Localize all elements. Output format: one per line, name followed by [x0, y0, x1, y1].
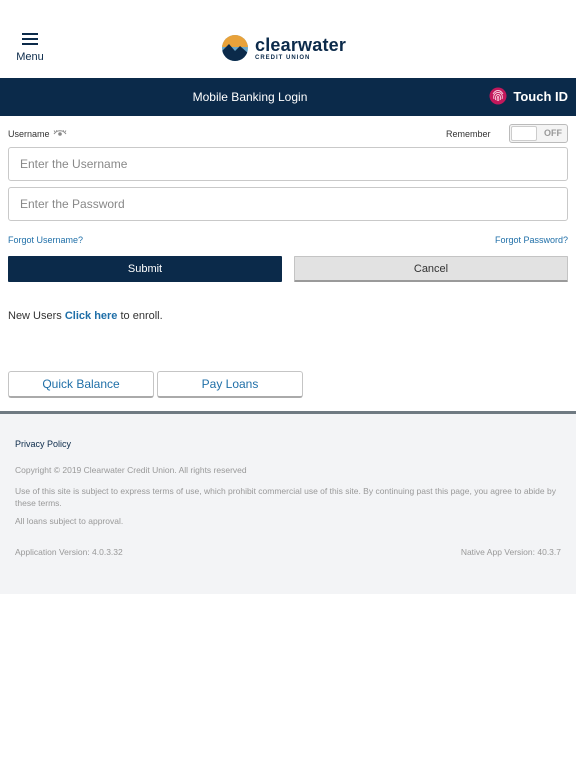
enroll-suffix: to enroll. — [117, 310, 163, 322]
fingerprint-icon — [489, 87, 507, 105]
mountain-logo-icon — [222, 35, 248, 61]
remember-toggle[interactable]: OFF — [509, 124, 568, 143]
logo-subtitle: CREDIT UNION — [255, 54, 311, 61]
page-title: Mobile Banking Login — [192, 90, 308, 104]
username-field[interactable] — [8, 147, 568, 181]
remember-label: Remember — [446, 129, 491, 139]
native-app-version: Native App Version: 40.3.7 — [460, 547, 561, 557]
title-bar: Mobile Banking Login Touch ID — [0, 78, 576, 116]
enroll-text: New Users Click here to enroll. — [8, 310, 163, 322]
touch-id-label: Touch ID — [513, 88, 568, 104]
menu-button[interactable]: Menu — [10, 30, 50, 66]
hamburger-icon — [22, 33, 38, 45]
footer: Privacy Policy Copyright © 2019 Clearwat… — [0, 414, 576, 594]
privacy-policy-link[interactable]: Privacy Policy — [15, 439, 71, 449]
toggle-state: OFF — [544, 128, 562, 138]
terms-text: Use of this site is subject to express t… — [15, 486, 556, 508]
forgot-password-link[interactable]: Forgot Password? — [495, 235, 568, 245]
copyright-text: Copyright © 2019 Clearwater Credit Union… — [15, 465, 247, 475]
touch-id-button[interactable]: Touch ID — [489, 87, 568, 105]
logo: clearwater CREDIT UNION — [221, 33, 346, 63]
loans-disclaimer: All loans subject to approval. — [15, 516, 124, 526]
app-header: Menu clearwater CREDIT UNION — [0, 0, 576, 78]
cancel-button[interactable]: Cancel — [294, 256, 568, 282]
forgot-username-link[interactable]: Forgot Username? — [8, 235, 83, 245]
username-label: Username — [8, 129, 67, 139]
pay-loans-button[interactable]: Pay Loans — [157, 371, 303, 398]
quick-balance-button[interactable]: Quick Balance — [8, 371, 154, 398]
logo-name: clearwater — [255, 34, 347, 55]
submit-button[interactable]: Submit — [8, 256, 282, 282]
enroll-link[interactable]: Click here — [65, 310, 118, 322]
eye-icon[interactable] — [53, 130, 67, 138]
app-version: Application Version: 4.0.3.32 — [15, 547, 123, 557]
enroll-prefix: New Users — [8, 310, 65, 322]
password-field[interactable] — [8, 187, 568, 221]
username-label-text: Username — [8, 129, 50, 139]
toggle-knob — [511, 126, 537, 141]
menu-label: Menu — [16, 51, 44, 63]
